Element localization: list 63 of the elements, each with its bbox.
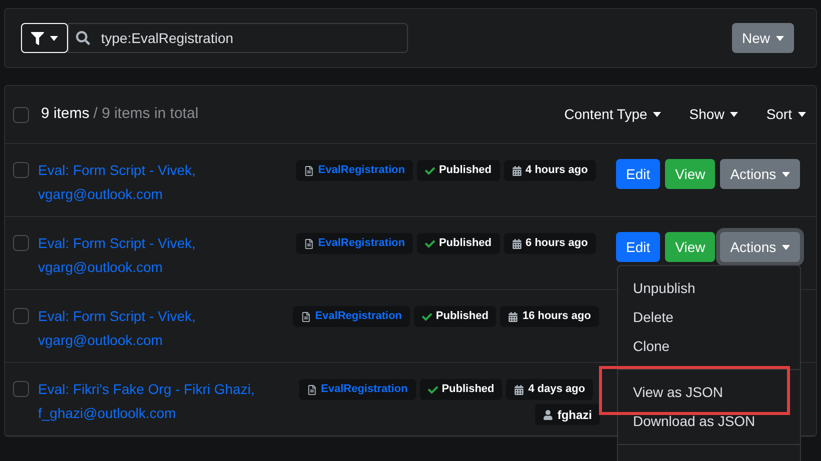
- dropdown-menu-button[interactable]: Sort: [766, 104, 806, 125]
- filter-button[interactable]: [21, 23, 68, 53]
- caret-icon: [50, 36, 58, 40]
- view-button[interactable]: View: [665, 232, 716, 262]
- status-badge: Published: [414, 306, 496, 327]
- menu-item[interactable]: Unpublish: [618, 274, 800, 303]
- caret-icon: [776, 36, 784, 40]
- check-icon: [424, 166, 435, 176]
- document-icon: [306, 384, 317, 394]
- actions-button[interactable]: Actions: [720, 159, 800, 189]
- calendar-icon: [512, 238, 522, 248]
- item-title-link[interactable]: Eval: Fikri's Fake Org - Fikri Ghazi, f_ghazi@outloolk.com: [38, 377, 276, 425]
- caret-icon: [782, 172, 790, 176]
- edit-button[interactable]: Edit: [616, 159, 660, 189]
- search-icon: [76, 31, 90, 45]
- type-badge: EvalRegistration: [293, 306, 410, 327]
- dropdown-menu-button[interactable]: Show: [689, 104, 738, 125]
- menu-item[interactable]: Delete: [618, 303, 800, 332]
- menu-item[interactable]: View as JSON: [618, 378, 800, 407]
- caret-icon: [798, 112, 806, 117]
- document-icon: [304, 238, 314, 248]
- time-badge: 4 days ago: [506, 379, 594, 400]
- item-count: 9 items: [41, 104, 90, 124]
- type-badge: EvalRegistration: [296, 160, 413, 181]
- time-badge: 16 hours ago: [500, 306, 599, 327]
- checkbox[interactable]: [13, 106, 29, 122]
- type-badge: EvalRegistration: [298, 379, 416, 400]
- calendar-icon: [514, 384, 524, 394]
- checkbox[interactable]: [13, 381, 29, 397]
- filter-icon: [31, 32, 44, 44]
- new-button[interactable]: New: [732, 23, 794, 53]
- type-badge: EvalRegistration: [296, 233, 413, 254]
- edit-button[interactable]: Edit: [616, 232, 660, 262]
- time-badge: 4 hours ago: [504, 160, 596, 181]
- check-icon: [422, 312, 432, 322]
- caret-icon: [782, 244, 790, 250]
- check-icon: [428, 384, 438, 394]
- view-button[interactable]: View: [665, 159, 716, 189]
- status-badge: Published: [420, 379, 502, 400]
- actions-button[interactable]: Actions: [720, 232, 800, 262]
- checkbox[interactable]: [13, 235, 29, 251]
- menu-item[interactable]: Clone: [618, 332, 800, 361]
- owner-badge: fghazi: [535, 404, 600, 425]
- item-total: / 9 items in total: [93, 104, 198, 124]
- status-badge: Published: [416, 233, 500, 254]
- calendar-icon: [508, 312, 518, 322]
- caret-icon: [730, 112, 738, 117]
- status-badge: Published: [416, 160, 500, 181]
- search-field[interactable]: type:EvalRegistration: [68, 23, 408, 53]
- menu-item[interactable]: Download as JSON: [618, 407, 800, 436]
- caret-icon: [653, 112, 662, 117]
- item-title-link[interactable]: Eval: Form Script - Vivek, vgarg@outlook.com: [38, 231, 276, 279]
- time-badge: 6 hours ago: [504, 233, 596, 254]
- item-title-link[interactable]: Eval: Form Script - Vivek, vgarg@outlook.com: [38, 304, 276, 352]
- calendar-icon: [512, 166, 522, 176]
- user-icon: [543, 410, 554, 420]
- item-title-link[interactable]: Eval: Form Script - Vivek, vgarg@outlook.com: [38, 158, 276, 206]
- checkbox[interactable]: [13, 308, 29, 324]
- check-icon: [424, 238, 435, 248]
- document-icon: [304, 166, 314, 176]
- document-icon: [301, 312, 312, 322]
- dropdown-menu-button[interactable]: Content Type: [564, 104, 662, 125]
- checkbox[interactable]: [13, 162, 29, 178]
